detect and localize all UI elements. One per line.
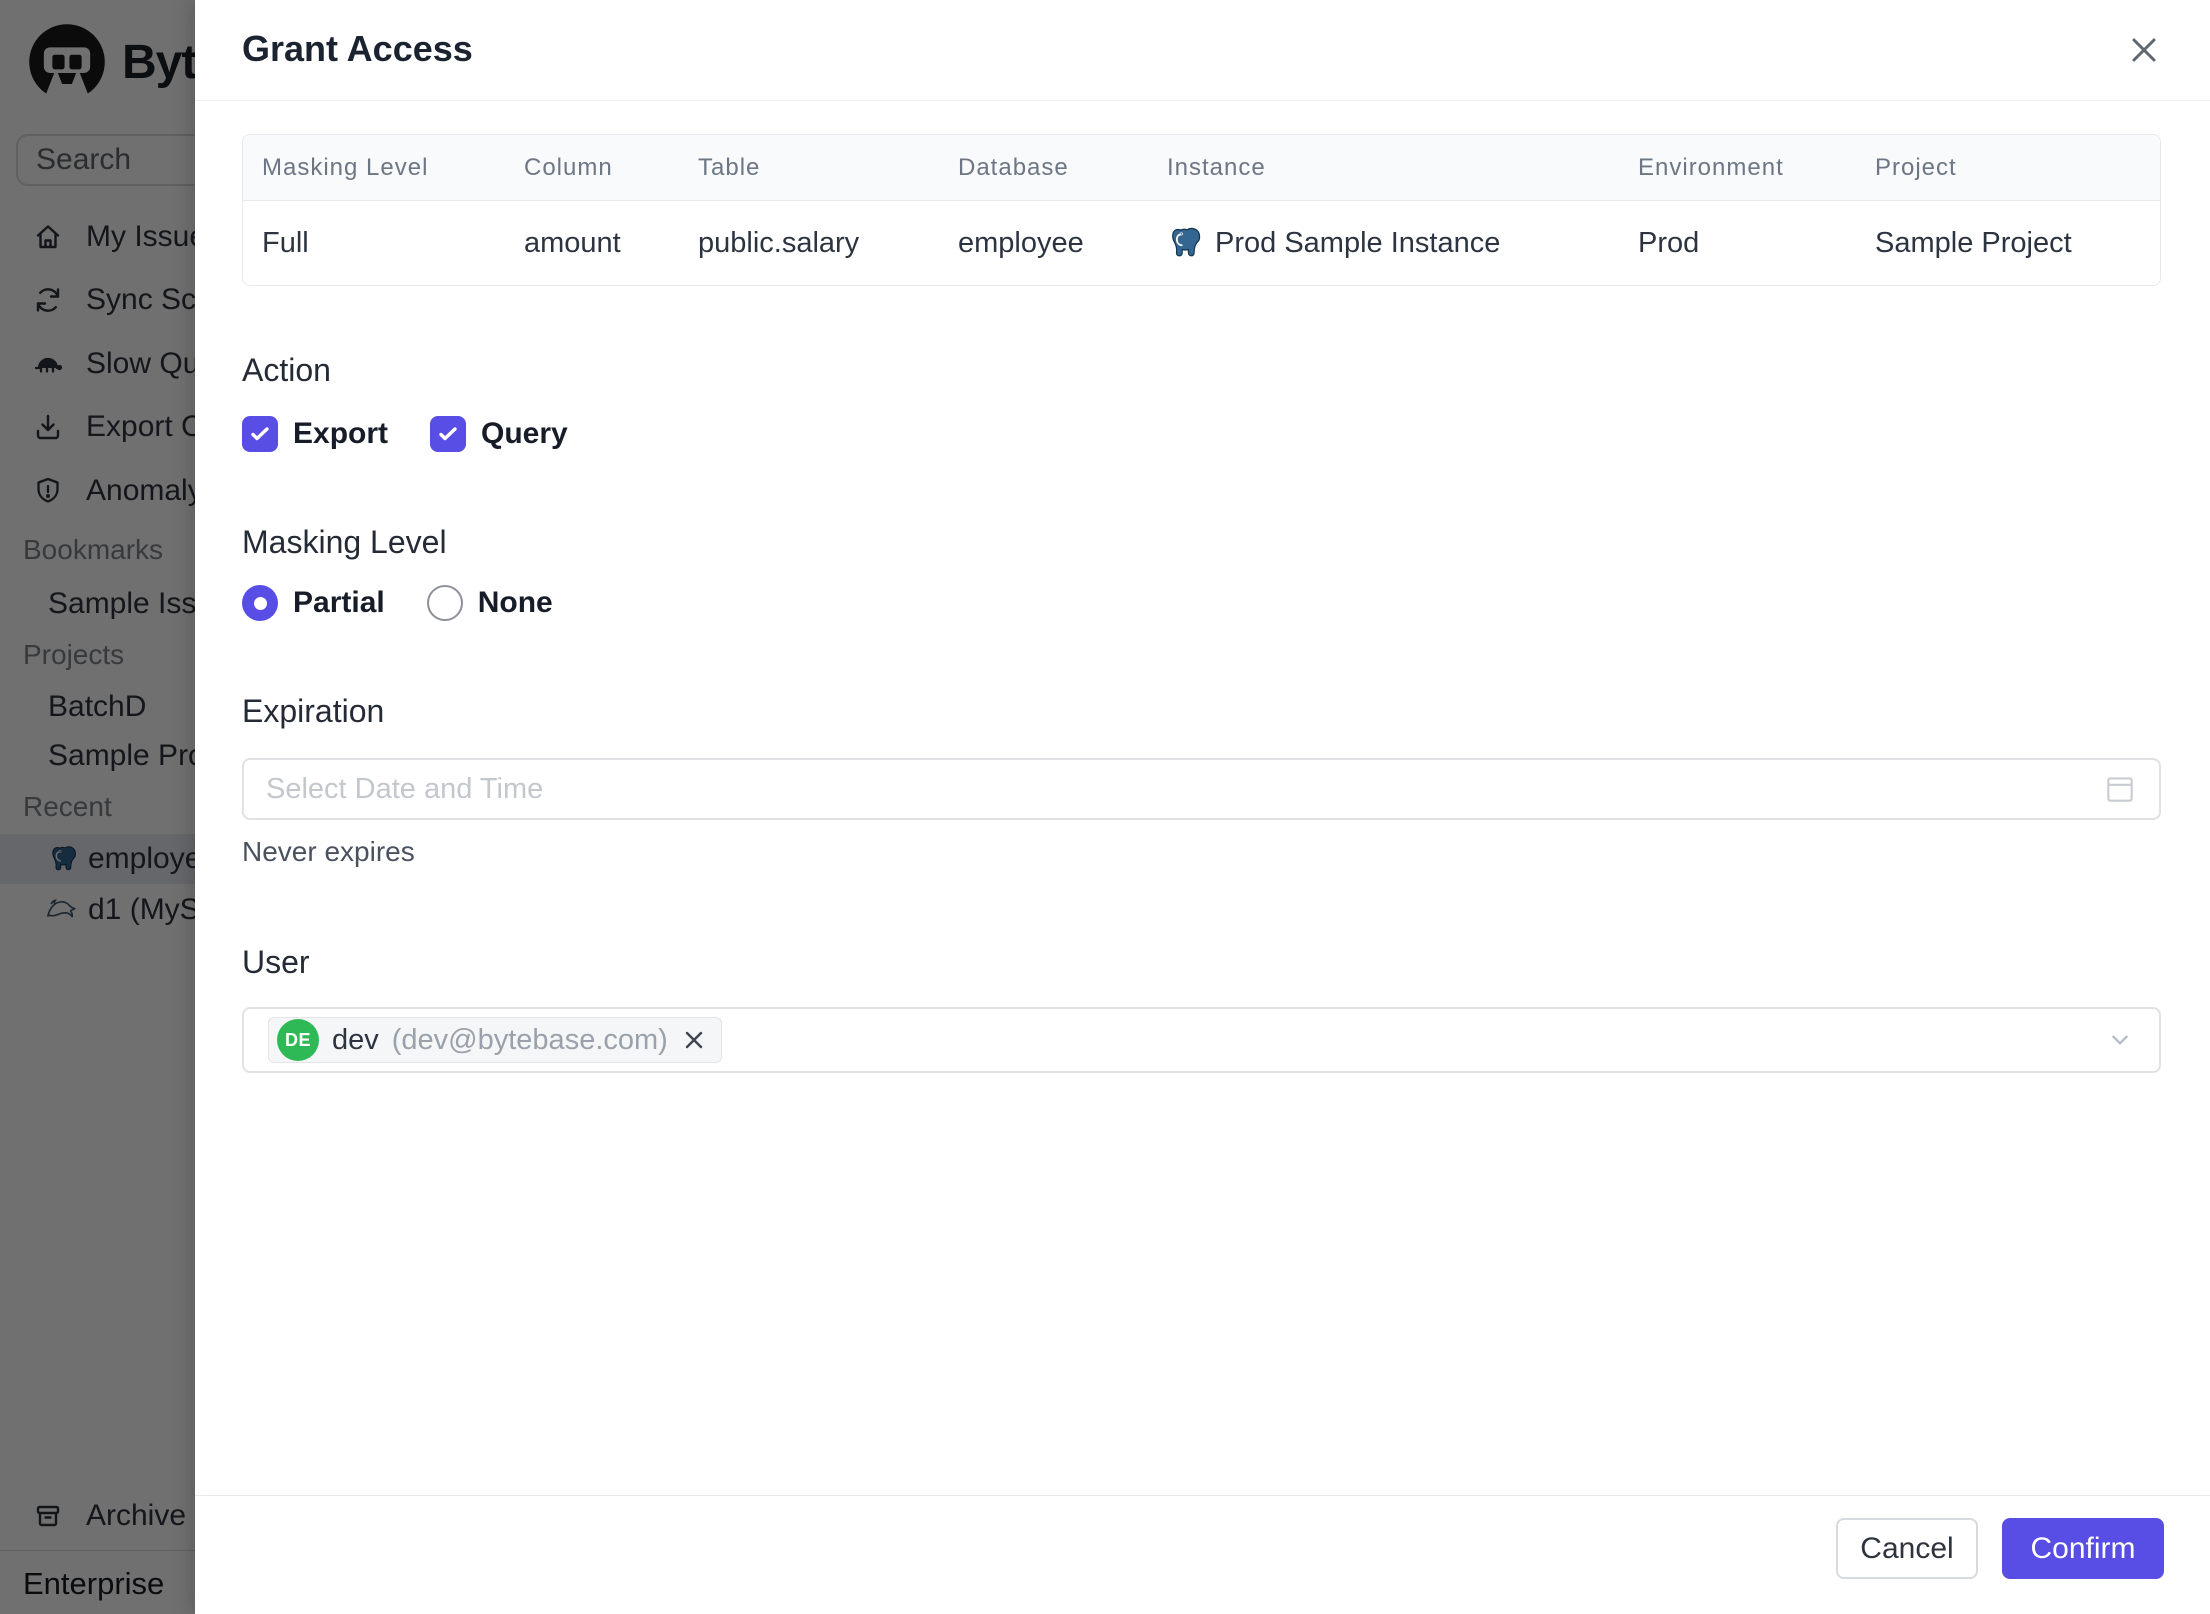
partial-radio-label[interactable]: Partial xyxy=(293,586,385,620)
remove-user-icon[interactable] xyxy=(681,1027,707,1053)
never-expires-note: Never expires xyxy=(242,836,415,867)
modal-header-divider xyxy=(195,100,2210,101)
instance-name: Prod Sample Instance xyxy=(1215,226,1501,259)
user-name: dev xyxy=(332,1023,379,1056)
col-header-column: Column xyxy=(524,153,613,181)
grant-access-screen: Byt My Issue Sync Sc Slow Qu xyxy=(0,0,2210,1614)
user-email: (dev@bytebase.com) xyxy=(391,1023,668,1056)
col-header-table: Table xyxy=(698,153,761,181)
export-checkbox-label[interactable]: Export xyxy=(293,417,388,451)
cell-project: Sample Project xyxy=(1875,226,2072,259)
masking-level-heading: Masking Level xyxy=(242,524,447,560)
calendar-icon[interactable] xyxy=(2103,772,2137,806)
modal-title: Grant Access xyxy=(242,28,473,69)
postgres-icon xyxy=(1172,227,1201,257)
query-checkbox-label[interactable]: Query xyxy=(481,417,568,451)
access-summary-table: Masking Level Column Table Database Inst… xyxy=(242,134,2161,286)
user-heading: User xyxy=(242,944,310,980)
export-checkbox[interactable] xyxy=(242,416,278,452)
table-row: Full amount public.salary employee Prod … xyxy=(243,201,2160,285)
user-tag: DE dev (dev@bytebase.com) xyxy=(268,1017,722,1063)
cell-table: public.salary xyxy=(698,226,860,259)
expiration-date-input[interactable] xyxy=(266,772,2103,806)
none-radio[interactable] xyxy=(426,585,463,621)
modal-backdrop[interactable] xyxy=(0,0,195,1614)
partial-radio[interactable] xyxy=(242,585,278,621)
cell-environment: Prod xyxy=(1638,226,1700,259)
expiration-date-field[interactable] xyxy=(242,758,2161,820)
masking-radio-row: Partial None xyxy=(242,585,553,621)
close-icon[interactable] xyxy=(2124,30,2164,70)
col-header-environment: Environment xyxy=(1638,153,1784,181)
avatar: DE xyxy=(277,1019,319,1061)
modal-footer-divider xyxy=(195,1495,2210,1496)
col-header-masking-level: Masking Level xyxy=(262,153,429,181)
table-header-row: Masking Level Column Table Database Inst… xyxy=(243,135,2160,201)
cell-masking-level: Full xyxy=(262,226,309,259)
col-header-instance: Instance xyxy=(1167,153,1266,181)
grant-access-modal: Grant Access Masking Level Column Table … xyxy=(195,0,2210,1614)
check-icon xyxy=(439,427,457,441)
col-header-project: Project xyxy=(1875,153,1957,181)
none-radio-label[interactable]: None xyxy=(478,586,553,620)
action-checkbox-row: Export Query xyxy=(242,416,568,452)
cell-instance: Prod Sample Instance xyxy=(1148,201,1619,285)
check-icon xyxy=(251,427,269,441)
confirm-button[interactable]: Confirm xyxy=(2002,1518,2164,1579)
action-heading: Action xyxy=(242,352,331,388)
expiration-heading: Expiration xyxy=(242,693,385,729)
cancel-button[interactable]: Cancel xyxy=(1836,1518,1978,1579)
cell-column: amount xyxy=(524,226,621,259)
cell-database: employee xyxy=(958,226,1084,259)
chevron-down-icon[interactable] xyxy=(2105,1025,2135,1055)
query-checkbox[interactable] xyxy=(430,416,467,452)
user-select[interactable]: DE dev (dev@bytebase.com) xyxy=(242,1007,2161,1073)
col-header-database: Database xyxy=(958,153,1069,181)
